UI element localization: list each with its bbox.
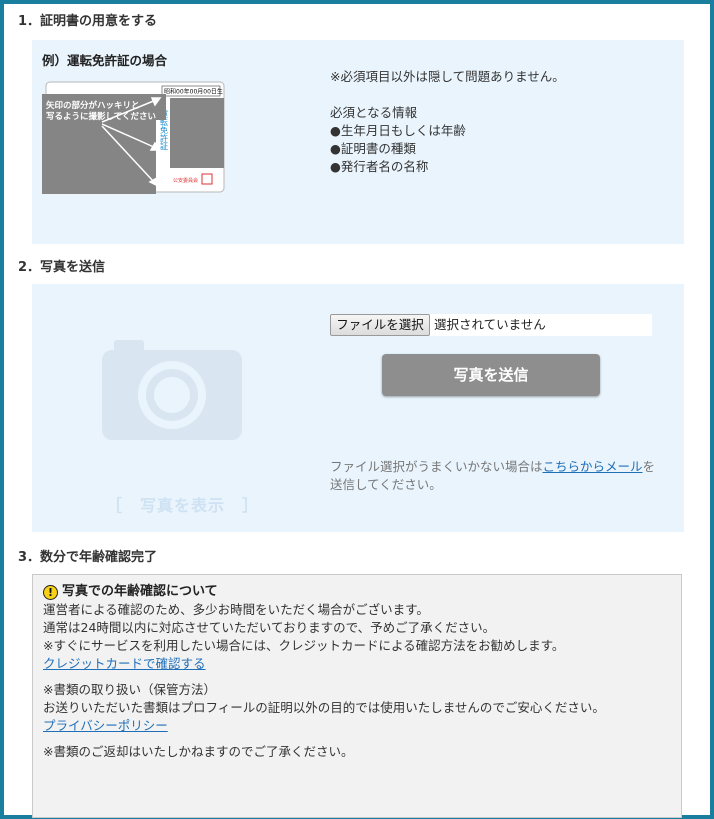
required-item: ●証明書の種類 — [330, 141, 416, 156]
license-overlay-line2: 写るように撮影してください — [46, 111, 156, 122]
info-line: 通常は24時間以内に対応させていただいておりますので、予めご了承ください。 — [43, 620, 496, 635]
privacy-policy-link[interactable]: プライバシーポリシー — [43, 718, 168, 733]
info-line: ※すぐにサービスを利用したい場合には、クレジットカードによる確認方法をお勧めしま… — [43, 638, 565, 653]
handling-text: お送りいただいた書類はプロフィールの証明以外の目的では使用いたしませんのでご安心… — [43, 700, 605, 715]
warning-icon: ! — [43, 584, 58, 600]
step1-title: 1．証明書の用意をする — [18, 14, 158, 29]
hide-note: ※必須項目以外は隠して問題ありません。 — [330, 69, 565, 84]
step3-title: 3．数分で年齢確認完了 — [18, 550, 158, 565]
camera-icon — [102, 340, 242, 440]
info-box-title: 写真での年齢確認について — [62, 584, 218, 599]
license-example-image: 昭和00年00月00日生 運転免許証 公安委員会 矢印の部分がハッキリと 写るよ… — [42, 81, 225, 194]
license-date: 昭和00年00月00日生 — [164, 88, 223, 96]
email-link[interactable]: こちらからメール — [543, 459, 643, 474]
send-photo-button[interactable]: 写真を送信 — [382, 354, 600, 396]
credit-card-link[interactable]: クレジットカードで確認する — [43, 656, 206, 671]
info-line: 運営者による確認のため、多少お時間をいただく場合がございます。 — [43, 602, 429, 617]
step1-panel: 例）運転免許証の場合 昭和00年00月00日生 運転免許証 公安委員会 矢印の部… — [32, 40, 684, 244]
choose-file-button[interactable]: ファイルを選択 — [330, 314, 430, 336]
return-note: ※書類のご返却はいたしかねますのでご了承ください。 — [43, 744, 354, 759]
required-item: ●発行者名の名称 — [330, 159, 429, 174]
step2-title: 2．写真を送信 — [18, 260, 106, 275]
example-title: 例）運転免許証の場合 — [42, 53, 168, 68]
file-status: 選択されていません — [434, 317, 546, 332]
step2-panel: ［ 写真を表示 ］ ファイルを選択 選択されていません 写真を送信 ファイル選択… — [32, 284, 684, 532]
license-overlay-line1: 矢印の部分がハッキリと — [45, 100, 140, 111]
svg-text:公安委員会: 公安委員会 — [173, 177, 198, 184]
info-box-heading: ! 写真での年齢確認について — [43, 583, 671, 601]
handling-title: ※書類の取り扱い（保管方法） — [43, 682, 216, 697]
content: 1．証明書の用意をする 例）運転免許証の場合 昭和00年00月00日生 運転免許… — [18, 12, 700, 818]
show-photo-link[interactable]: ［ 写真を表示 ］ — [106, 492, 259, 516]
help-text-before: ファイル選択がうまくいかない場合は — [330, 459, 543, 474]
age-verification-info: ! 写真での年齢確認について 運営者による確認のため、多少お時間をいただく場合が… — [32, 574, 682, 818]
required-info-title: 必須となる情報 — [330, 105, 418, 120]
file-help-text: ファイル選択がうまくいかない場合はこちらからメールを送信してください。 — [330, 458, 660, 494]
required-notes: ※必須項目以外は隠して問題ありません。 必須となる情報 ●生年月日もしくは年齢 … — [330, 68, 565, 176]
page-frame: 1．証明書の用意をする 例）運転免許証の場合 昭和00年00月00日生 運転免許… — [0, 0, 714, 819]
file-input[interactable]: ファイルを選択 選択されていません — [330, 314, 652, 336]
required-item: ●生年月日もしくは年齢 — [330, 123, 466, 138]
